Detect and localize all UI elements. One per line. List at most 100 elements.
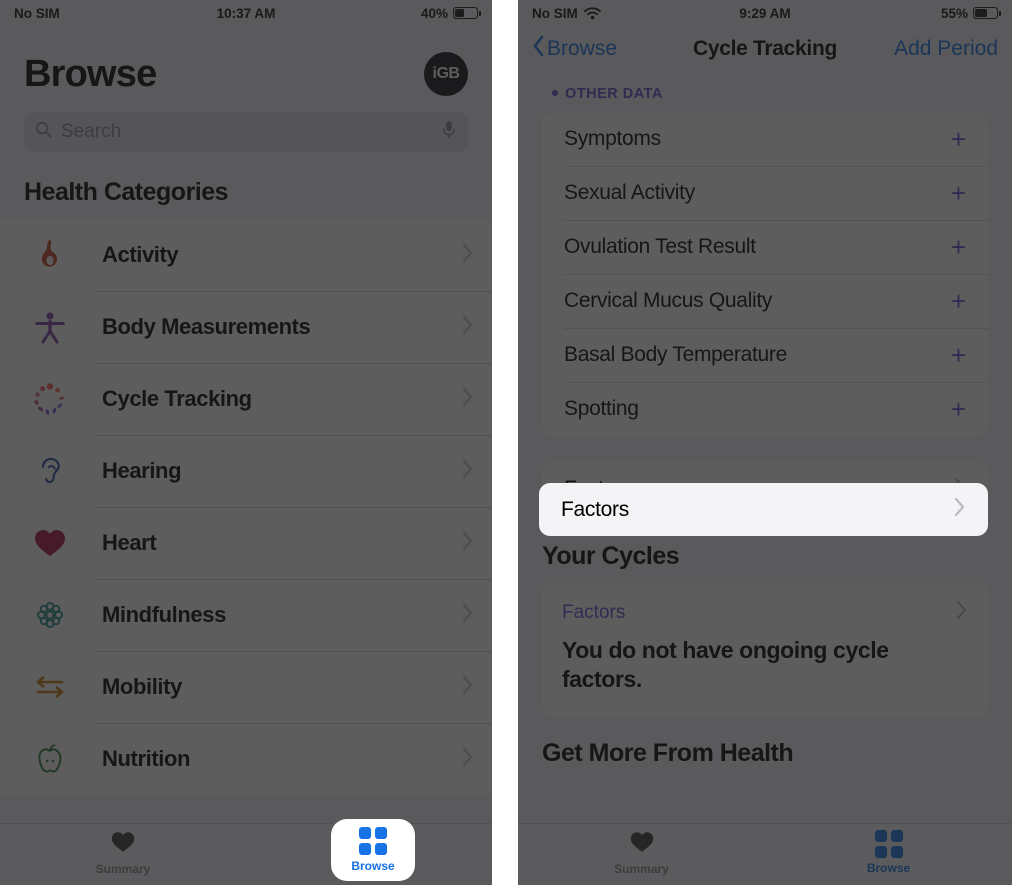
sidebar-item-mindfulness[interactable]: Mindfulness	[0, 579, 492, 651]
microphone-icon[interactable]	[440, 119, 458, 145]
tab-summary-label: Summary	[95, 862, 151, 876]
tab-browse-label: Browse	[351, 859, 395, 873]
body-figure-icon	[22, 309, 78, 345]
sidebar-item-body-measurements[interactable]: Body Measurements	[0, 291, 492, 363]
sidebar-item-nutrition[interactable]: Nutrition	[0, 723, 492, 795]
tab-summary[interactable]: Summary	[0, 830, 246, 876]
left-tab-bar: Summary Browse	[0, 823, 492, 885]
section-title-health-categories: Health Categories	[24, 178, 229, 206]
sidebar-item-mobility[interactable]: Mobility	[0, 651, 492, 723]
plus-icon[interactable]: +	[951, 180, 966, 206]
plus-icon[interactable]: +	[951, 342, 966, 368]
carrier-label: No SIM	[532, 5, 578, 21]
chevron-right-icon	[462, 674, 474, 701]
tab-summary[interactable]: Summary	[518, 830, 765, 876]
ear-icon	[22, 454, 78, 488]
right-status-bar: No SIM 9:29 AM 55%	[518, 0, 1012, 26]
battery-status: 55%	[844, 5, 1001, 21]
your-cycles-factors-label: Factors	[562, 601, 626, 623]
cycle-burst-icon	[22, 379, 78, 419]
data-row-label: Spotting	[564, 397, 639, 420]
grid-icon	[359, 827, 387, 855]
clock: 9:29 AM	[739, 5, 791, 21]
chevron-right-icon	[954, 496, 966, 523]
plus-icon[interactable]: +	[951, 396, 966, 422]
carrier-status: No SIM	[14, 6, 167, 21]
plus-icon[interactable]: +	[951, 126, 966, 152]
sidebar-item-cycle-tracking[interactable]: Cycle Tracking	[0, 363, 492, 435]
factors-row-label: Factors	[561, 497, 629, 521]
plus-icon[interactable]: +	[951, 234, 966, 260]
screenshot-root: No SIM 10:37 AM 40% Browse iGB Search He…	[0, 0, 1012, 885]
other-data-card: Symptoms + Sexual Activity + Ovulation T…	[542, 112, 988, 436]
carrier-label: No SIM	[14, 5, 60, 21]
search-placeholder: Search	[61, 121, 122, 142]
category-label: Mindfulness	[102, 602, 226, 627]
tab-browse-highlighted[interactable]: Browse	[331, 819, 415, 881]
chevron-right-icon	[462, 386, 474, 413]
factors-row-highlighted[interactable]: Factors	[539, 483, 988, 536]
other-data-label: OTHER DATA	[565, 86, 663, 102]
tab-browse-label: Browse	[866, 861, 911, 875]
data-row-basal-body-temperature[interactable]: Basal Body Temperature +	[542, 328, 988, 382]
chevron-right-icon	[462, 458, 474, 485]
data-row-ovulation-test-result[interactable]: Ovulation Test Result +	[542, 220, 988, 274]
category-label: Heart	[102, 530, 157, 555]
plus-icon[interactable]: +	[951, 288, 966, 314]
data-row-sexual-activity[interactable]: Sexual Activity +	[542, 166, 988, 220]
page-title: Browse	[24, 52, 157, 95]
data-row-label: Ovulation Test Result	[564, 235, 756, 258]
apple-icon	[22, 742, 78, 776]
data-row-label: Cervical Mucus Quality	[564, 289, 773, 312]
category-label: Body Measurements	[102, 314, 311, 339]
data-row-spotting[interactable]: Spotting +	[542, 382, 988, 436]
heart-icon	[629, 830, 655, 859]
battery-percent: 40%	[420, 5, 448, 21]
heart-icon	[110, 830, 136, 859]
clock: 10:37 AM	[216, 5, 276, 21]
page-title-row: Browse iGB	[0, 26, 492, 96]
search-input[interactable]: Search	[24, 112, 468, 152]
search-icon	[34, 120, 53, 145]
category-label: Hearing	[102, 458, 182, 483]
data-row-label: Basal Body Temperature	[564, 343, 787, 366]
left-status-bar: No SIM 10:37 AM 40%	[0, 0, 492, 26]
chevron-right-icon	[462, 314, 474, 341]
battery-status: 40%	[325, 5, 481, 21]
your-cycles-body-text: You do not have ongoing cycle factors.	[562, 637, 889, 693]
chevron-right-icon	[462, 602, 474, 629]
left-phone-panel: No SIM 10:37 AM 40% Browse iGB Search He…	[0, 0, 492, 885]
battery-icon	[452, 7, 481, 19]
battery-percent: 55%	[940, 5, 968, 21]
navigation-bar: Browse Cycle Tracking Add Period	[518, 26, 1012, 72]
sidebar-item-heart[interactable]: Heart	[0, 507, 492, 579]
chevron-right-icon	[956, 599, 968, 626]
panel-divider	[492, 0, 518, 885]
sidebar-item-activity[interactable]: Activity	[0, 219, 492, 291]
your-cycles-factors-link[interactable]: Factors	[562, 599, 968, 626]
carrier-status: No SIM	[532, 6, 686, 21]
grid-icon	[874, 830, 903, 858]
category-label: Activity	[102, 242, 179, 267]
sidebar-item-hearing[interactable]: Hearing	[0, 435, 492, 507]
category-label: Nutrition	[102, 746, 191, 771]
arrows-icon	[22, 672, 78, 702]
bullet-icon	[552, 89, 558, 96]
get-more-from-health-heading: Get More From Health	[542, 738, 794, 767]
your-cycles-card[interactable]: Factors You do not have ongoing cycle fa…	[542, 583, 988, 717]
tab-browse[interactable]: Browse	[765, 830, 1012, 875]
section-label-other-data: OTHER DATA	[518, 72, 1012, 112]
health-categories-list: Activity Body Measurements Cycle Trackin…	[0, 219, 492, 795]
data-row-label: Symptoms	[564, 127, 661, 150]
add-period-button[interactable]: Add Period	[894, 37, 998, 61]
right-tab-bar: Summary Browse	[518, 823, 1012, 885]
heart-icon	[22, 527, 78, 559]
right-phone-panel: No SIM 9:29 AM 55% Browse Cycle Tracking…	[518, 0, 1012, 885]
chevron-right-icon	[462, 242, 474, 269]
tab-summary-label: Summary	[614, 862, 669, 876]
mandala-icon	[22, 598, 78, 632]
category-label: Cycle Tracking	[102, 386, 252, 411]
battery-icon	[972, 7, 1001, 19]
data-row-cervical-mucus-quality[interactable]: Cervical Mucus Quality +	[542, 274, 988, 328]
data-row-symptoms[interactable]: Symptoms +	[542, 112, 988, 166]
